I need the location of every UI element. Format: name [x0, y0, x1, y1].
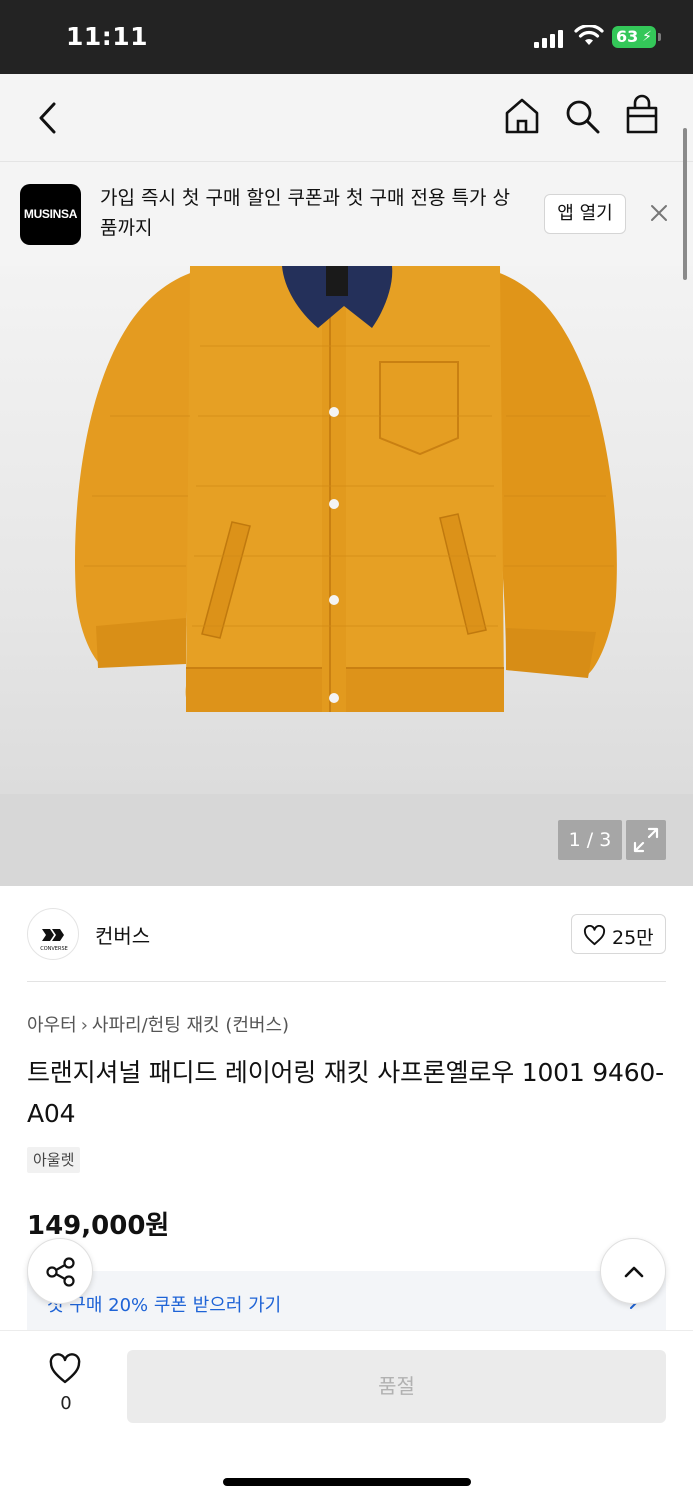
product-title: 트랜지셔널 패디드 레이어링 재킷 사프론옐로우 1001 9460-A04: [27, 1058, 664, 1128]
back-arrow-icon[interactable]: [30, 98, 66, 138]
heart-icon: [49, 1353, 81, 1384]
shopping-bag-icon[interactable]: [622, 94, 662, 136]
brand-name[interactable]: 컨버스: [95, 920, 150, 949]
battery-level: 63: [616, 27, 639, 46]
banner-message: 가입 즉시 첫 구매 할인 쿠폰과 첫 구매 전용 특가 상품까지: [100, 187, 510, 239]
home-indicator: [223, 1478, 471, 1486]
app-header: [0, 74, 693, 162]
battery-tip: [658, 33, 661, 41]
breadcrumb-item[interactable]: 아우터: [27, 1015, 77, 1036]
brand-row: CONVERSE 컨버스 25만: [0, 886, 693, 982]
product-image-gallery[interactable]: 1 / 3: [0, 266, 693, 886]
share-button[interactable]: [27, 1238, 93, 1304]
breadcrumb-item[interactable]: 사파리/헌팅 재킷 (컨버스): [92, 1015, 289, 1036]
heart-icon: [583, 925, 606, 946]
home-icon[interactable]: [502, 96, 542, 136]
image-counter: 1 / 3: [558, 820, 622, 860]
close-icon[interactable]: [648, 202, 670, 224]
soldout-button[interactable]: 품절: [127, 1350, 666, 1423]
product-price: 149,000원: [27, 1211, 170, 1241]
wishlist-count: 0: [60, 1393, 72, 1414]
product-image: [75, 266, 617, 712]
brand-like-count: 25만: [612, 927, 654, 949]
page-scrollbar[interactable]: [683, 128, 687, 280]
musinsa-logo: MUSINSA: [20, 184, 81, 245]
open-app-button[interactable]: 앱 열기: [544, 194, 626, 234]
wifi-icon: [574, 25, 604, 45]
expand-icon[interactable]: [626, 820, 666, 860]
outlet-badge: 아울렛: [27, 1147, 81, 1173]
scroll-to-top-button[interactable]: [600, 1238, 666, 1304]
brand-like-button[interactable]: 25만: [571, 914, 666, 954]
share-icon: [46, 1257, 75, 1287]
brand-logo[interactable]: CONVERSE: [27, 908, 79, 960]
status-bar: 11:11 63 ⚡: [0, 0, 693, 74]
svg-text:CONVERSE: CONVERSE: [40, 946, 68, 952]
divider: [27, 981, 666, 982]
chevron-up-icon: [624, 1266, 644, 1278]
battery-indicator: 63 ⚡: [612, 26, 656, 48]
breadcrumb: 아우터 › 사파리/헌팅 재킷 (컨버스): [27, 1011, 289, 1037]
charging-bolt-icon: ⚡: [642, 29, 652, 45]
converse-logo-icon: CONVERSE: [40, 929, 68, 952]
search-icon[interactable]: [562, 96, 602, 136]
status-time: 11:11: [66, 22, 149, 51]
app-open-banner: MUSINSA 가입 즉시 첫 구매 할인 쿠폰과 첫 구매 전용 특가 상품까…: [0, 162, 693, 266]
bottom-action-bar: 0 품절: [0, 1330, 693, 1500]
coupon-banner[interactable]: 첫 구매 20% 쿠폰 받으러 가기: [27, 1271, 666, 1331]
cellular-signal-icon: [534, 30, 563, 48]
wishlist-button[interactable]: 0: [40, 1353, 92, 1423]
chevron-right-icon: ›: [80, 1015, 88, 1036]
